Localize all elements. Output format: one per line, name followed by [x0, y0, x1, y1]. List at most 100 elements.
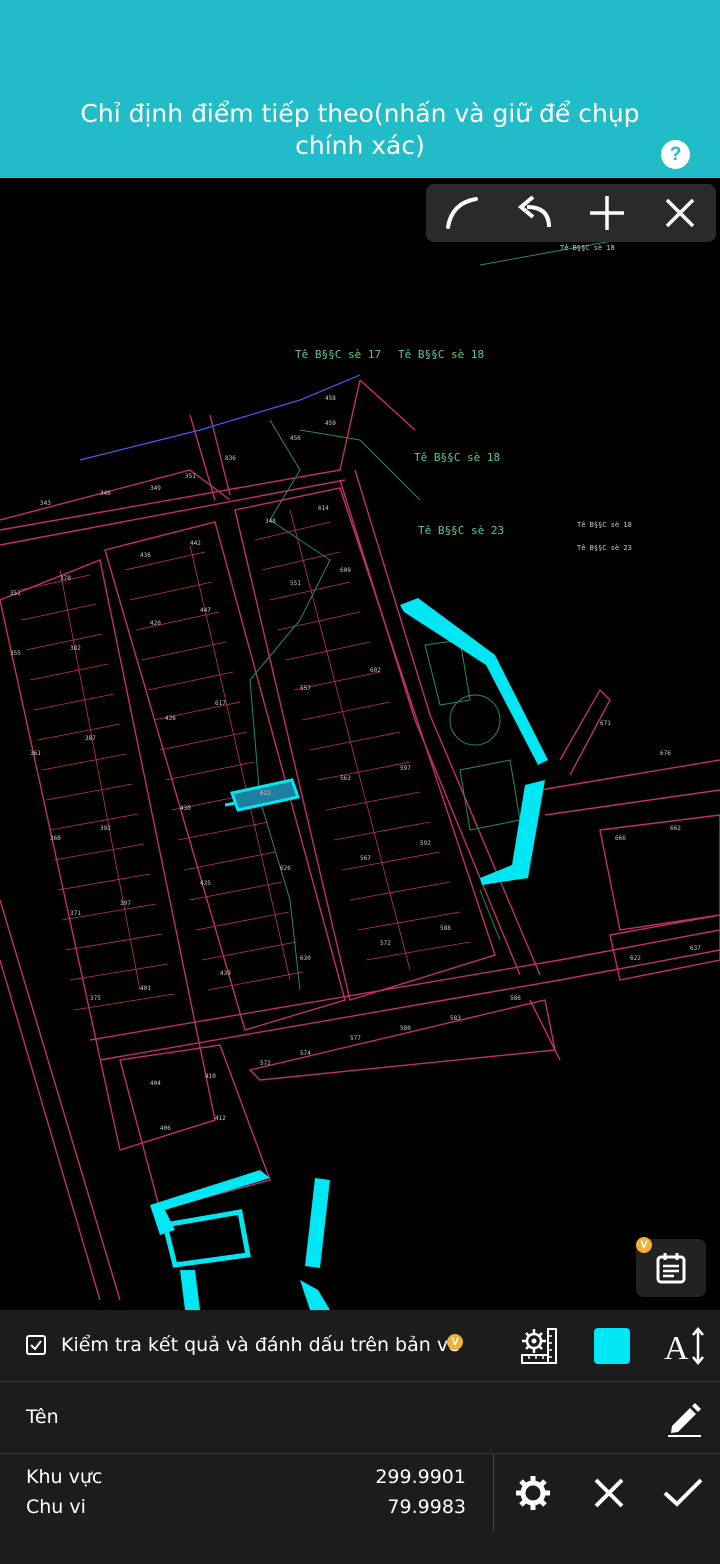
svg-text:352: 352	[10, 590, 21, 597]
svg-text:637: 637	[690, 945, 701, 952]
map-label-5: Tê B§§C sè 18	[560, 244, 615, 252]
svg-text:406: 406	[160, 1125, 171, 1132]
svg-text:456: 456	[290, 435, 301, 442]
svg-text:597: 597	[400, 765, 411, 772]
svg-text:617: 617	[215, 700, 226, 707]
area-value: 299.9901	[375, 1466, 466, 1488]
svg-text:343: 343	[40, 500, 51, 507]
svg-text:614: 614	[318, 505, 329, 512]
svg-text:397: 397	[120, 900, 131, 907]
premium-badge: V	[636, 1237, 652, 1253]
svg-text:348: 348	[265, 518, 276, 525]
perimeter-value: 79.9983	[387, 1496, 466, 1518]
svg-text:666: 666	[615, 835, 626, 842]
svg-text:574: 574	[300, 1050, 311, 1057]
svg-text:A: A	[664, 1330, 689, 1367]
svg-text:346: 346	[100, 490, 111, 497]
text-size-icon[interactable]: A	[662, 1324, 706, 1368]
svg-text:626: 626	[280, 865, 291, 872]
help-icon[interactable]: ?	[661, 140, 690, 169]
svg-text:387: 387	[85, 735, 96, 742]
map-label-2: Tê B§§C sè 18	[398, 348, 484, 361]
svg-text:375: 375	[90, 995, 101, 1002]
svg-text:662: 662	[670, 825, 681, 832]
svg-text:622: 622	[630, 955, 641, 962]
perimeter-label: Chu vi	[26, 1496, 86, 1518]
area-label: Khu vực	[26, 1466, 103, 1488]
confirm-icon[interactable]	[662, 1472, 704, 1514]
stats-divider	[493, 1454, 494, 1532]
svg-text:401: 401	[140, 985, 151, 992]
svg-text:671: 671	[600, 720, 611, 727]
svg-text:447: 447	[200, 607, 211, 614]
svg-text:836: 836	[225, 455, 236, 462]
svg-text:572: 572	[260, 1060, 271, 1067]
svg-text:439: 439	[220, 970, 231, 977]
svg-text:392: 392	[100, 825, 111, 832]
name-label: Tên	[26, 1406, 59, 1428]
instruction-title: Chỉ định điểm tiếp theo(nhấn và giữ để c…	[80, 99, 640, 160]
measurement-stats: Khu vực 299.9901 Chu vi 79.9983	[0, 1454, 720, 1564]
svg-text:351: 351	[185, 473, 196, 480]
svg-text:382: 382	[70, 645, 81, 652]
svg-text:572: 572	[380, 940, 391, 947]
svg-text:577: 577	[350, 1035, 361, 1042]
svg-text:567: 567	[360, 855, 371, 862]
name-row: Tên	[0, 1382, 720, 1454]
svg-text:426: 426	[165, 715, 176, 722]
svg-text:378: 378	[60, 575, 71, 582]
svg-text:551: 551	[290, 580, 301, 587]
color-swatch[interactable]	[594, 1328, 630, 1364]
svg-text:586: 586	[510, 995, 521, 1002]
svg-text:458: 458	[325, 395, 336, 402]
svg-text:436: 436	[140, 552, 151, 559]
svg-text:355: 355	[10, 650, 21, 657]
svg-text:404: 404	[150, 1080, 161, 1087]
checkmark-icon	[30, 1340, 42, 1351]
options-row: Kiểm tra kết quả và đánh dấu trên bản vẽ…	[0, 1310, 720, 1382]
svg-text:410: 410	[205, 1073, 216, 1080]
close-icon[interactable]	[654, 187, 706, 239]
svg-text:562: 562	[340, 775, 351, 782]
svg-text:366: 366	[50, 835, 61, 842]
svg-text:459: 459	[325, 420, 336, 427]
map-label-3: Tê B§§C sè 18	[414, 451, 500, 464]
svg-text:349: 349	[150, 485, 161, 492]
svg-text:412: 412	[215, 1115, 226, 1122]
cancel-icon[interactable]	[588, 1472, 630, 1514]
svg-text:676: 676	[660, 750, 671, 757]
map-label-6: Tê B§§C sè 18	[577, 521, 632, 529]
instruction-header: Chỉ định điểm tiếp theo(nhấn và giữ để c…	[0, 0, 720, 178]
svg-text:622: 622	[260, 790, 271, 797]
measure-settings-icon[interactable]	[519, 1326, 559, 1366]
svg-text:371: 371	[70, 910, 81, 917]
undo-icon[interactable]	[509, 187, 561, 239]
svg-text:430: 430	[180, 805, 191, 812]
plus-icon[interactable]	[581, 187, 633, 239]
cad-drawing-canvas[interactable]: 352 378 436 442 348 614 355 382 420 447 551 609 3…	[0, 178, 720, 1310]
svg-text:588: 588	[440, 925, 451, 932]
map-label-4: Tê B§§C sè 23	[418, 524, 504, 537]
svg-text:609: 609	[340, 567, 351, 574]
calendar-icon	[656, 1253, 686, 1284]
svg-text:592: 592	[420, 840, 431, 847]
svg-text:442: 442	[190, 540, 201, 547]
map-label-1: Tê B§§C sè 17	[295, 348, 381, 361]
svg-text:557: 557	[300, 685, 311, 692]
edit-name-icon[interactable]	[664, 1398, 704, 1438]
svg-text:580: 580	[400, 1025, 411, 1032]
arc-icon[interactable]	[436, 187, 488, 239]
map-label-7: Tê B§§C sè 23	[577, 544, 632, 552]
check-result-label[interactable]: Kiểm tra kết quả và đánh dấu trên bản vẽ	[61, 1334, 460, 1356]
check-result-checkbox[interactable]	[26, 1335, 46, 1355]
svg-text:361: 361	[30, 750, 41, 757]
svg-text:630: 630	[300, 955, 311, 962]
cad-drawing: 352 378 436 442 348 614 355 382 420 447 551 609 3…	[0, 224, 720, 1310]
settings-icon[interactable]	[512, 1472, 554, 1514]
premium-badge-2: V	[447, 1334, 463, 1350]
drawing-toolbar	[426, 184, 716, 242]
svg-text:420: 420	[150, 620, 161, 627]
svg-text:435: 435	[200, 880, 211, 887]
svg-text:583: 583	[450, 1015, 461, 1022]
svg-text:602: 602	[370, 667, 381, 674]
